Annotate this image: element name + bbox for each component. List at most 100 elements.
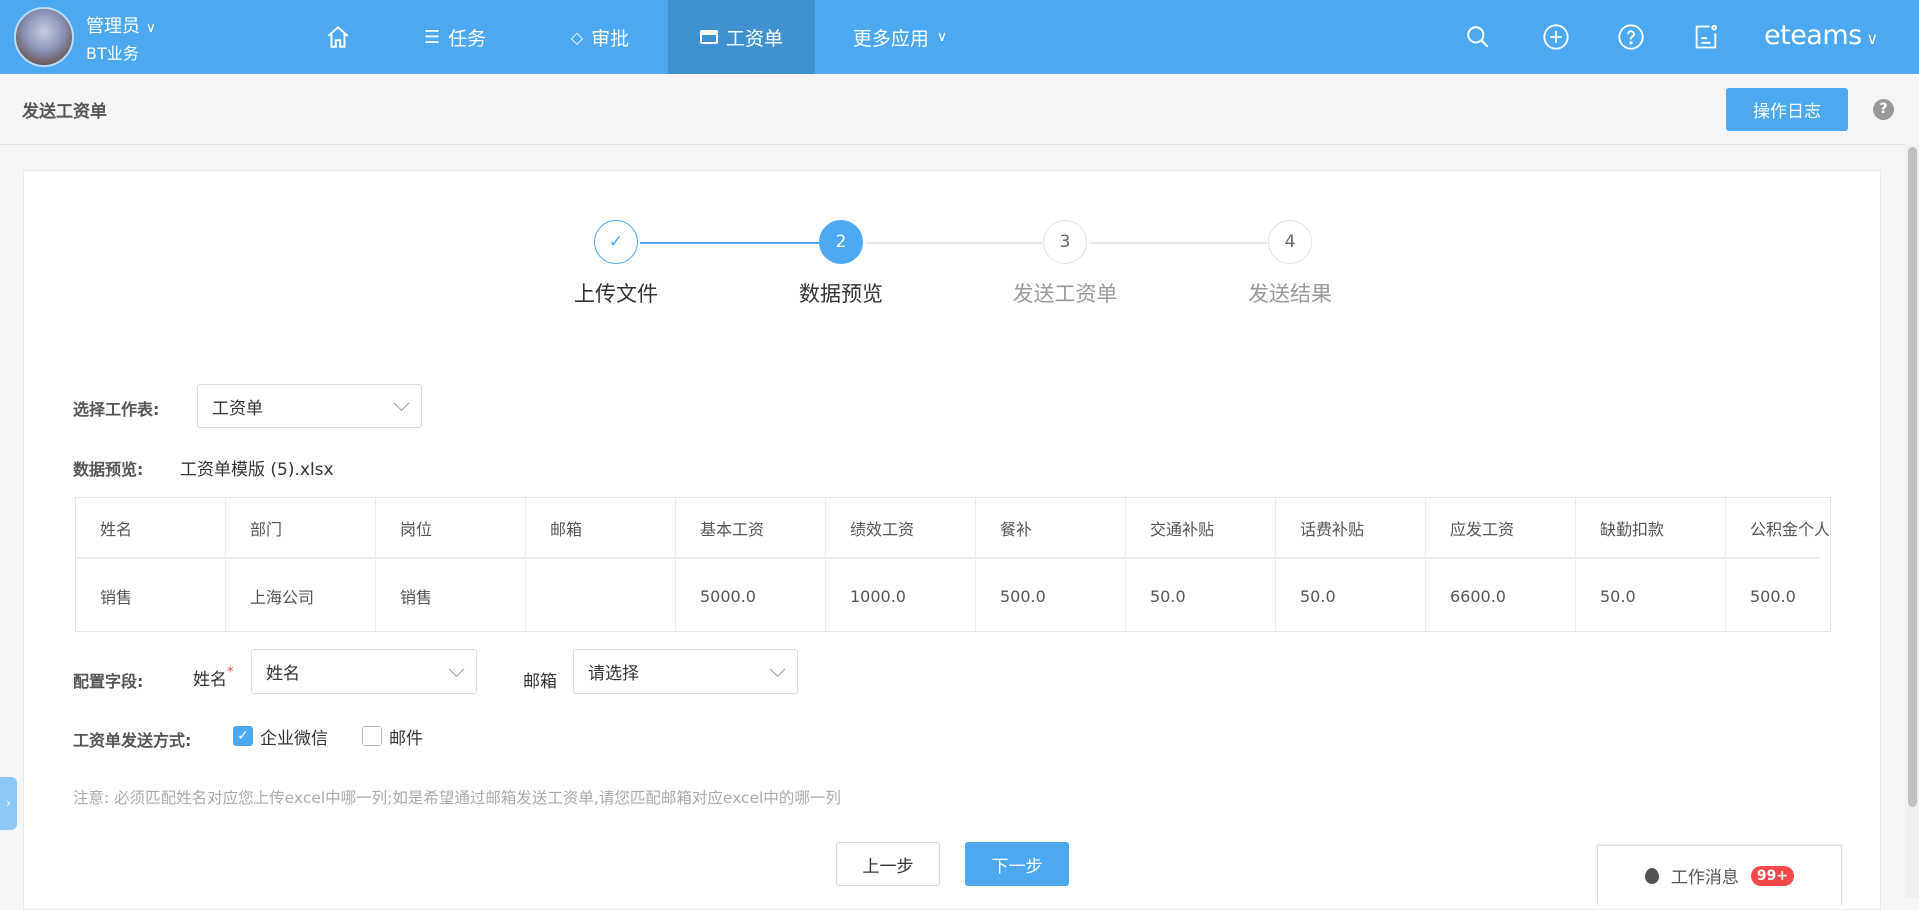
nav-approval[interactable]: ◇ 审批 [548, 0, 652, 74]
nav-tasks[interactable]: ☰ 任务 [400, 0, 510, 74]
table-cell: 6600.0 [1426, 560, 1576, 631]
chevron-down-icon [393, 395, 410, 412]
table-cell: 上海公司 [226, 560, 376, 631]
nav-label: 审批 [591, 27, 630, 50]
email-field-label: 邮箱 [523, 672, 557, 692]
layers-icon: ◇ [570, 27, 584, 47]
prev-step-button[interactable]: 上一步 [836, 842, 940, 886]
table-cell: 50.0 [1126, 560, 1276, 631]
list-icon: ☰ [423, 26, 441, 48]
preview-table: 姓名 部门 岗位 邮箱 基本工资 绩效工资 餐补 交通补贴 话费补贴 应发工资 缺勤扣款 公积金个人 … [75, 497, 1831, 632]
nav-more-apps[interactable]: 更多应用 ∨ [835, 0, 965, 74]
top-bar: 管理员 ∨ BT业务 ☰ 任务 ◇ 审批 工资单 更多应用 ∨ eteams ∨ [0, 0, 1919, 74]
column-header: 基本工资 [676, 498, 826, 557]
help-icon[interactable] [1616, 22, 1646, 52]
wechat-checkbox[interactable]: ✓ [233, 726, 253, 746]
wechat-label[interactable]: 企业微信 [260, 724, 328, 749]
nav-home[interactable] [310, 0, 366, 74]
page-header [0, 74, 1905, 145]
table-cell: 50.0 [1576, 560, 1726, 631]
step-connector [1089, 242, 1267, 244]
step-1-done-icon: ✓ [594, 220, 638, 264]
add-icon[interactable] [1541, 22, 1571, 52]
note-text: 注意: 必须匹配姓名对应您上传excel中哪一列;如是希望通过邮箱发送工资单,请… [73, 789, 841, 807]
required-mark: * [227, 665, 234, 680]
work-messages-widget[interactable]: 工作消息 99+ [1597, 845, 1842, 905]
nav-label: 更多应用 [852, 27, 929, 50]
unread-badge: 99+ [1750, 865, 1795, 886]
table-cell: 500.0 [976, 560, 1126, 631]
name-label-text: 姓名 [193, 670, 227, 690]
chat-bubble-icon [1644, 867, 1659, 884]
nav-label: 工资单 [725, 27, 783, 50]
column-header: 姓名 [76, 498, 226, 557]
column-header: 话费补贴 [1276, 498, 1426, 557]
column-header: 应发工资 [1426, 498, 1576, 557]
table-header-row: 姓名 部门 岗位 邮箱 基本工资 绩效工资 餐补 交通补贴 话费补贴 应发工资 缺勤扣款 公积金个人 [76, 498, 1830, 559]
name-select-value: 姓名 [266, 664, 300, 684]
mail-checkbox[interactable] [362, 726, 382, 746]
column-header: 绩效工资 [826, 498, 976, 557]
messages-label: 工作消息 [1670, 868, 1739, 888]
table-cell: 5000.0 [676, 560, 826, 631]
notes-icon[interactable] [1691, 22, 1721, 52]
mail-label[interactable]: 邮件 [389, 724, 423, 749]
table-cell: 1000.0 [826, 560, 976, 631]
scrollbar-thumb[interactable] [1908, 147, 1917, 807]
page-title: 发送工资单 [22, 102, 107, 122]
chevron-down-icon [448, 660, 465, 677]
column-header: 餐补 [976, 498, 1126, 557]
nav-label: 任务 [448, 27, 487, 50]
preview-label: 数据预览: [73, 460, 144, 479]
chevron-down-icon: ∨ [936, 29, 948, 45]
step-2-circle: 2 [819, 220, 863, 264]
config-label: 配置字段: [73, 672, 144, 691]
column-header: 缺勤扣款 [1576, 498, 1726, 557]
search-icon[interactable] [1463, 22, 1493, 52]
table-cell: 销售 [376, 560, 526, 631]
sheet-select[interactable]: 工资单 [197, 384, 422, 428]
name-field-label: 姓名* [193, 665, 234, 690]
user-menu[interactable]: 管理员 ∨ [86, 12, 156, 38]
email-select-placeholder: 请选择 [588, 664, 639, 684]
column-header: 岗位 [376, 498, 526, 557]
chevron-down-icon: ∨ [145, 20, 156, 36]
table-cell: 销售 [76, 560, 226, 631]
step-label: 数据预览 [799, 282, 883, 306]
file-name: 工资单模版 (5).xlsx [180, 460, 334, 480]
name-column-select[interactable]: 姓名 [251, 649, 477, 694]
step-label: 上传文件 [574, 282, 658, 306]
user-name: 管理员 [86, 16, 140, 37]
email-column-select[interactable]: 请选择 [573, 649, 798, 694]
sheet-select-value: 工资单 [212, 398, 263, 419]
help-icon[interactable]: ? [1873, 99, 1894, 120]
table-cell: 500.0 [1726, 560, 1830, 631]
avatar[interactable] [14, 7, 74, 67]
step-connector [865, 242, 1042, 244]
step-connector [640, 242, 819, 244]
table-cell [526, 560, 676, 631]
user-org: BT业务 [86, 44, 139, 63]
nav-payslip[interactable]: 工资单 [668, 0, 815, 74]
step-3-circle: 3 [1043, 220, 1087, 264]
brand-menu[interactable]: eteams ∨ [1764, 20, 1878, 51]
side-expand-tab[interactable]: › [0, 777, 17, 830]
column-header: 邮箱 [526, 498, 676, 557]
chevron-down-icon: ∨ [1861, 29, 1878, 48]
sheet-label: 选择工作表: [73, 400, 160, 419]
home-icon [327, 25, 349, 48]
table-cell: 50.0 [1276, 560, 1426, 631]
step-label: 发送工资单 [1012, 282, 1118, 306]
column-header: 交通补贴 [1126, 498, 1276, 557]
step-label: 发送结果 [1248, 282, 1332, 306]
table-row: 销售 上海公司 销售 5000.0 1000.0 500.0 50.0 50.0 6600.0 5… [76, 560, 1830, 631]
chevron-down-icon [769, 660, 786, 677]
send-method-label: 工资单发送方式: [73, 731, 192, 750]
step-4-circle: 4 [1268, 220, 1312, 264]
brand-logo: eteams [1764, 20, 1862, 51]
operation-log-button[interactable]: 操作日志 [1726, 88, 1848, 131]
column-header: 部门 [226, 498, 376, 557]
card-icon [699, 30, 718, 44]
column-header: 公积金个人 [1726, 498, 1830, 557]
next-step-button[interactable]: 下一步 [965, 842, 1069, 886]
